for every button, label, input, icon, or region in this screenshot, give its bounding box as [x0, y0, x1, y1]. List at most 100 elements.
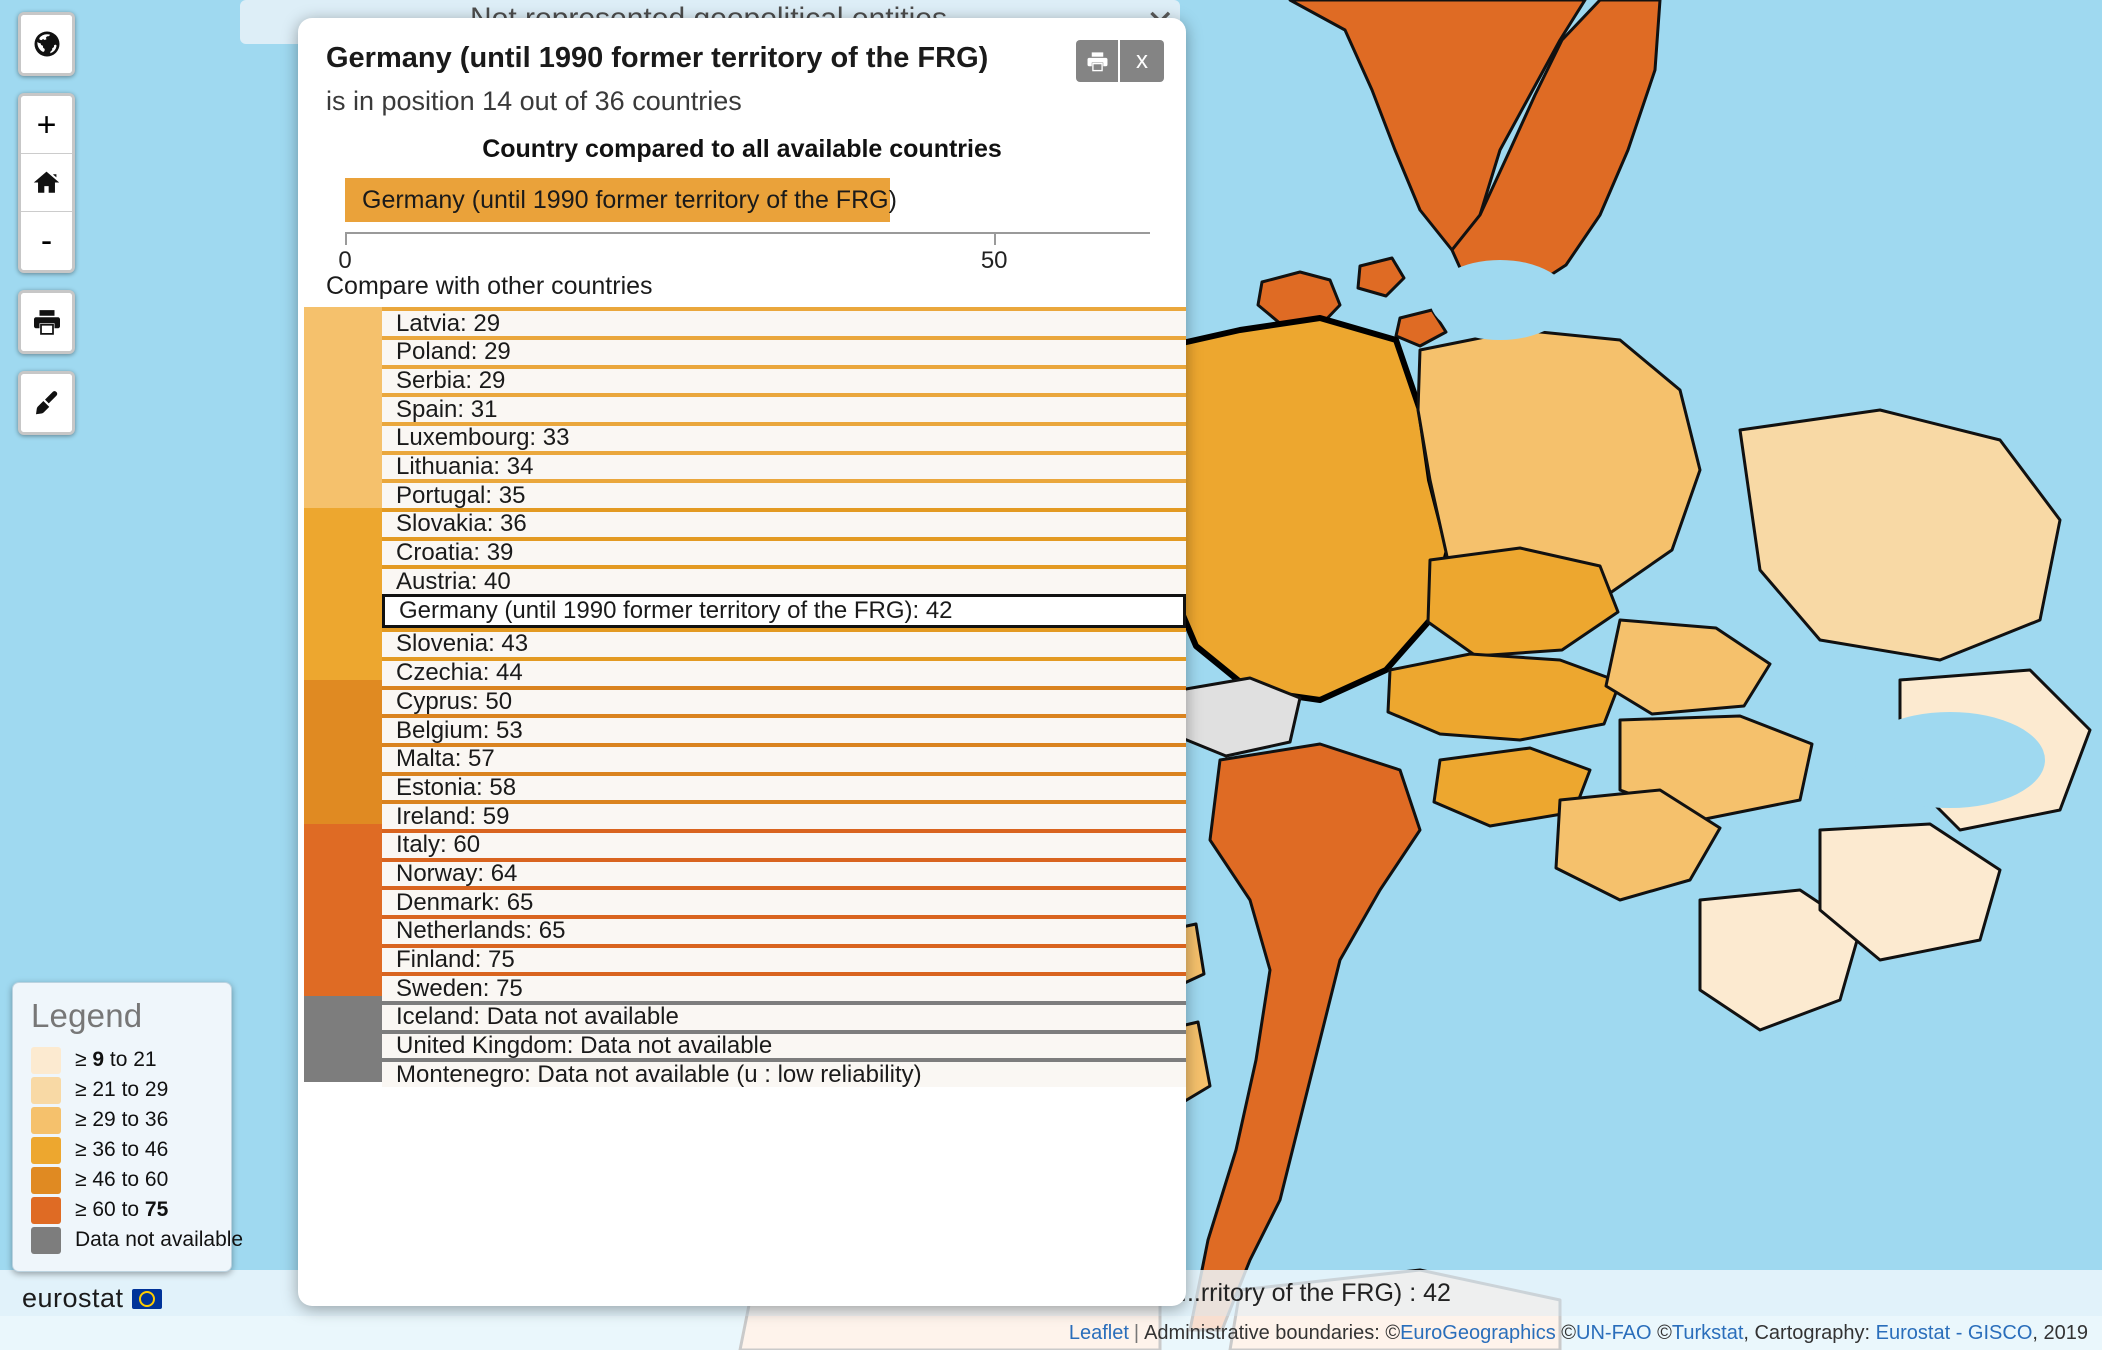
- compare-row-label: Germany (until 1990 former territory of …: [399, 597, 953, 625]
- legend-swatch: [31, 1106, 61, 1134]
- compare-row-label: Ireland: 59: [396, 802, 510, 830]
- legend-item[interactable]: ≥ 9 to 21: [31, 1045, 215, 1075]
- compare-row-label: Belgium: 53: [396, 716, 523, 744]
- compare-row[interactable]: United Kingdom: Data not available: [382, 1029, 1186, 1060]
- zoom-in-icon[interactable]: +: [21, 96, 72, 154]
- compare-row[interactable]: Austria: 40: [382, 565, 1186, 595]
- legend-rows: ≥ 9 to 21 ≥ 21 to 29 ≥ 29 to 36 ≥ 36 to 46 ≥…: [31, 1045, 243, 1255]
- compare-row[interactable]: Netherlands: 65: [382, 915, 1186, 944]
- popup-subtitle: is in position 14 out of 36 countries: [326, 86, 742, 117]
- compare-row[interactable]: Italy: 60: [382, 828, 1186, 859]
- compare-row-label: Poland: 29: [396, 338, 511, 366]
- chart-bar[interactable]: Germany (until 1990 former territory of …: [345, 178, 897, 223]
- compare-row-selected[interactable]: Germany (until 1990 former territory of …: [382, 594, 1186, 629]
- compare-row-label: Iceland: Data not available: [396, 1003, 679, 1031]
- compare-row-label: Serbia: 29: [396, 366, 506, 394]
- compare-row[interactable]: Malta: 57: [382, 742, 1186, 773]
- eurostat-wordmark: eurostat: [22, 1283, 124, 1313]
- gisco-link[interactable]: Eurostat - GISCO: [1876, 1322, 2033, 1344]
- compare-row[interactable]: Croatia: 39: [382, 536, 1186, 567]
- compare-row[interactable]: Ireland: 59: [382, 800, 1186, 829]
- compare-row-label: United Kingdom: Data not available: [396, 1032, 773, 1060]
- turkstat-link[interactable]: Turkstat: [1672, 1322, 1744, 1344]
- compare-row-label: Croatia: 39: [396, 539, 514, 567]
- legend-item[interactable]: ≥ 36 to 46: [31, 1135, 215, 1165]
- popup-controls: x: [1076, 40, 1164, 82]
- compare-row-label: Denmark: 65: [396, 888, 534, 916]
- attribution-separator: |: [1133, 1322, 1140, 1344]
- legend-title: Legend: [31, 997, 143, 1034]
- globe-icon[interactable]: [21, 15, 72, 73]
- compare-row-label: Slovenia: 43: [396, 630, 529, 658]
- compare-list[interactable]: Latvia: 29 Poland: 29 Serbia: 29 Spain: 31 L…: [298, 307, 1186, 1306]
- zoom-out-label: -: [40, 222, 53, 260]
- legend-item[interactable]: Data not available: [31, 1225, 243, 1255]
- legend-swatch: [31, 1226, 61, 1254]
- compare-row-label: Malta: 57: [396, 745, 495, 773]
- compare-row[interactable]: Montenegro: Data not available (u : low …: [382, 1058, 1186, 1088]
- zoom-in-label: +: [36, 105, 57, 144]
- compare-row[interactable]: Portugal: 35: [382, 479, 1186, 509]
- compare-row-label: Montenegro: Data not available (u : low …: [396, 1060, 922, 1088]
- compare-row[interactable]: Poland: 29: [382, 335, 1186, 366]
- popup-print-button[interactable]: [1076, 40, 1120, 82]
- popup-close-button[interactable]: x: [1120, 40, 1164, 82]
- popup-title: Germany (until 1990 former territory of …: [326, 42, 989, 74]
- compare-swatch-block: [304, 307, 382, 509]
- compare-row[interactable]: Estonia: 58: [382, 771, 1186, 801]
- compare-row[interactable]: Luxembourg: 33: [382, 422, 1186, 451]
- attribution-bar: Leaflet | Administrative boundaries: ©Euro…: [0, 1316, 2102, 1350]
- axis-tick-label: 0: [338, 247, 352, 275]
- compare-row[interactable]: Iceland: Data not available: [382, 1001, 1186, 1030]
- unfao-link[interactable]: UN-FAO: [1576, 1322, 1652, 1344]
- eurogeographics-link[interactable]: EuroGeographics: [1400, 1322, 1556, 1344]
- compare-swatch-column: [304, 307, 382, 1306]
- compare-row-label: Netherlands: 65: [396, 917, 566, 945]
- popup-header: x Germany (until 1990 former territory o…: [298, 18, 1186, 117]
- compare-swatch-block: [304, 680, 382, 824]
- attribution-text-5: , 2019: [2032, 1322, 2088, 1344]
- compare-row[interactable]: Belgium: 53: [382, 714, 1186, 743]
- chart-title: Country compared to all available countr…: [482, 135, 1002, 164]
- legend-item[interactable]: ≥ 29 to 36: [31, 1105, 215, 1135]
- compare-row[interactable]: Cyprus: 50: [382, 685, 1186, 715]
- compare-row-label: Cyprus: 50: [396, 687, 513, 715]
- compare-row[interactable]: Finland: 75: [382, 943, 1186, 973]
- legend-item[interactable]: ≥ 46 to 60: [31, 1165, 215, 1195]
- compare-row[interactable]: Denmark: 65: [382, 886, 1186, 915]
- eurostat-logo: eurostat: [22, 1283, 162, 1314]
- legend-item[interactable]: ≥ 60 to 75: [31, 1195, 215, 1225]
- brush-icon[interactable]: [21, 374, 72, 432]
- compare-row[interactable]: Slovakia: 36: [382, 508, 1186, 537]
- compare-row[interactable]: Czechia: 44: [382, 656, 1186, 686]
- compare-swatch-block: [304, 508, 382, 681]
- toolbar-group-style: [18, 371, 75, 435]
- zoom-out-icon[interactable]: -: [21, 212, 72, 270]
- compare-row[interactable]: Sweden: 75: [382, 972, 1186, 1002]
- compare-row[interactable]: Norway: 64: [382, 857, 1186, 887]
- compare-row-label: Spain: 31: [396, 395, 498, 423]
- legend-item[interactable]: ≥ 21 to 29: [31, 1075, 215, 1105]
- leaflet-link[interactable]: Leaflet: [1069, 1322, 1129, 1344]
- compare-swatch-block: [304, 823, 382, 997]
- compare-row-label: Lithuania: 34: [396, 453, 534, 481]
- legend-swatch: [31, 1196, 61, 1224]
- legend-label: ≥ 36 to 46: [75, 1138, 169, 1161]
- print-icon[interactable]: [21, 293, 72, 351]
- attribution-text-2: ©: [1555, 1322, 1577, 1344]
- compare-row-label: Slovakia: 36: [396, 510, 527, 538]
- compare-row[interactable]: Slovenia: 43: [382, 628, 1186, 657]
- home-icon[interactable]: [21, 154, 72, 212]
- axis-tick-label: 50: [980, 247, 1008, 275]
- compare-row-label: Italy: 60: [396, 831, 481, 859]
- legend-label: ≥ 60 to 75: [75, 1198, 169, 1221]
- compare-row-label: Luxembourg: 33: [396, 424, 570, 452]
- compare-swatch-block: [304, 996, 382, 1083]
- compare-row[interactable]: Spain: 31: [382, 393, 1186, 422]
- compare-row[interactable]: Lithuania: 34: [382, 450, 1186, 481]
- compare-row-label: Norway: 64: [396, 859, 518, 887]
- legend-swatch: [31, 1136, 61, 1164]
- compare-row[interactable]: Serbia: 29: [382, 364, 1186, 394]
- map-toolbar: + -: [18, 12, 75, 452]
- compare-row[interactable]: Latvia: 29: [382, 307, 1186, 336]
